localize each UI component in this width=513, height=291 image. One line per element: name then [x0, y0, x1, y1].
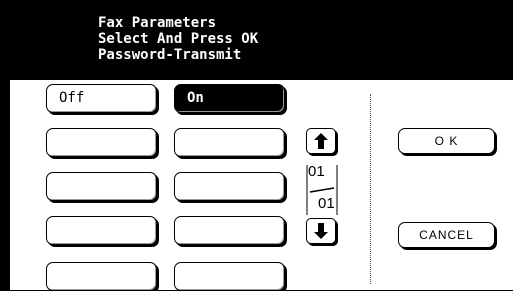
cancel-button[interactable]: CANCEL — [398, 222, 495, 248]
title-line-2: Select And Press OK — [98, 31, 259, 47]
page-down-button[interactable] — [306, 218, 336, 244]
title-bar: Fax Parameters Select And Press OK Passw… — [0, 0, 513, 80]
panel-divider — [370, 94, 371, 284]
option-off-button[interactable]: Off — [46, 84, 157, 113]
ok-button[interactable]: O K — [398, 128, 495, 154]
arrow-down-icon — [314, 223, 328, 239]
title-line-3: Password-Transmit — [98, 47, 242, 63]
empty-option-button[interactable] — [46, 172, 157, 201]
arrow-up-icon — [314, 133, 328, 149]
page-indicator: 01 01 — [306, 161, 338, 219]
option-off-label: Off — [59, 90, 85, 106]
page-total: 01 — [318, 195, 335, 212]
page-up-button[interactable] — [306, 128, 336, 154]
empty-option-button[interactable] — [174, 172, 285, 201]
title-line-1: Fax Parameters — [98, 15, 217, 31]
empty-option-button[interactable] — [174, 216, 285, 245]
empty-option-button[interactable] — [174, 262, 285, 291]
cancel-label: CANCEL — [419, 228, 474, 242]
empty-option-button[interactable] — [46, 262, 157, 291]
option-on-label: On — [187, 90, 204, 106]
option-on-button[interactable]: On — [174, 84, 285, 113]
ok-label: O K — [434, 134, 459, 148]
empty-option-button[interactable] — [46, 216, 157, 245]
empty-option-button[interactable] — [46, 128, 157, 157]
empty-option-button[interactable] — [174, 128, 285, 157]
page-current: 01 — [308, 163, 325, 180]
